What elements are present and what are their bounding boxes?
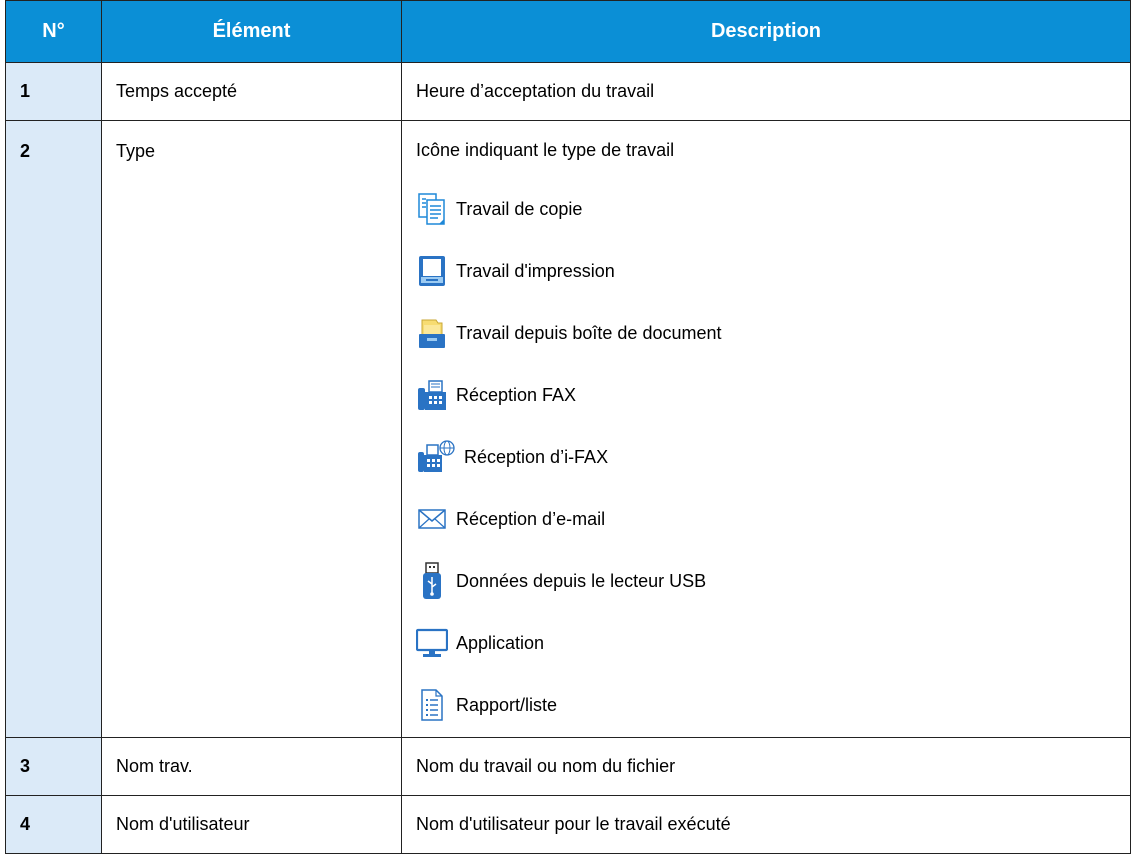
- row-description: Nom du travail ou nom du fichier: [401, 737, 1131, 796]
- row-number: 1: [5, 62, 102, 121]
- type-label: Rapport/liste: [456, 694, 558, 715]
- type-item-ifax: Réception d’i-FAX: [416, 426, 1130, 488]
- type-item-print: Travail d'impression: [416, 240, 1130, 302]
- email-icon: [416, 501, 448, 537]
- report-icon: [416, 687, 448, 723]
- table-header-row: N° Élément Description: [5, 0, 1131, 63]
- table-row: 2 Type Icône indiquant le type de travai…: [5, 120, 1131, 738]
- type-label: Application: [456, 632, 545, 653]
- type-label: Réception d’i-FAX: [464, 446, 609, 467]
- type-item-report: Rapport/liste: [416, 674, 1130, 736]
- row-description: Nom d'utilisateur pour le travail exécut…: [401, 795, 1131, 854]
- type-item-usb: Données depuis le lecteur USB: [416, 550, 1130, 612]
- ifax-icon: [416, 439, 456, 475]
- type-label: Travail de copie: [456, 198, 583, 219]
- type-item-fax: Réception FAX: [416, 364, 1130, 426]
- usb-icon: [416, 562, 448, 599]
- type-label: Données depuis le lecteur USB: [456, 570, 707, 591]
- document-box-icon: [416, 315, 448, 351]
- type-item-email: Réception d’e-mail: [416, 488, 1130, 550]
- type-label: Travail depuis boîte de document: [456, 322, 722, 343]
- row-element: Type: [116, 141, 156, 161]
- type-label: Travail d'impression: [456, 260, 615, 281]
- row-number: 2: [20, 141, 31, 161]
- table-row: 4 Nom d'utilisateur Nom d'utilisateur po…: [5, 795, 1131, 854]
- fax-icon: [416, 377, 448, 413]
- type-item-application: Application: [416, 612, 1130, 674]
- type-item-copy: Travail de copie: [416, 178, 1130, 240]
- monitor-icon: [416, 625, 448, 661]
- type-item-document-box: Travail depuis boîte de document: [416, 302, 1130, 364]
- copy-icon: [416, 191, 448, 227]
- row-element: Nom trav.: [101, 737, 402, 796]
- header-num: N°: [5, 0, 102, 63]
- row-element: Temps accepté: [101, 62, 402, 121]
- header-element: Élément: [101, 0, 402, 63]
- table-row: 3 Nom trav. Nom du travail ou nom du fic…: [5, 737, 1131, 796]
- job-details-table: N° Élément Description 1 Temps accepté H…: [5, 0, 1131, 854]
- header-description: Description: [401, 0, 1131, 63]
- type-label: Réception d’e-mail: [456, 508, 606, 529]
- row-description: Heure d’acceptation du travail: [401, 62, 1131, 121]
- row-description: Icône indiquant le type de travail: [416, 140, 675, 160]
- type-label: Réception FAX: [456, 384, 577, 405]
- table-row: 1 Temps accepté Heure d’acceptation du t…: [5, 62, 1131, 121]
- row-number: 3: [5, 737, 102, 796]
- row-element: Nom d'utilisateur: [101, 795, 402, 854]
- printer-icon: [416, 253, 448, 289]
- row-number: 4: [5, 795, 102, 854]
